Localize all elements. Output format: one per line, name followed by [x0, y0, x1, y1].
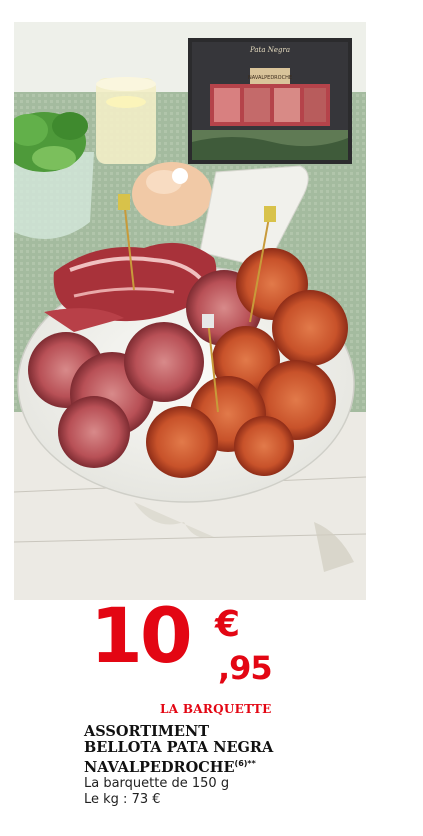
- product-title: ASSORTIMENT BELLOTA PATA NEGRA NAVALPEDR…: [84, 724, 414, 776]
- product-title-footnote: (6)**: [234, 759, 256, 768]
- box-logo-text: NAVALPEDROCHE: [248, 75, 292, 81]
- price-euros: 10: [90, 591, 193, 680]
- charcuterie-illustration: Pata Negra NAVALPEDROCHE: [14, 22, 366, 600]
- product-box-image: Pata Negra NAVALPEDROCHE: [188, 38, 352, 164]
- product-details: La barquette de 150 g Le kg : 73 €: [84, 776, 229, 808]
- salad-bowl-image: [14, 112, 94, 240]
- currency-symbol: €: [215, 604, 241, 645]
- product-title-line-3: NAVALPEDROCHE(6)**: [84, 756, 414, 776]
- price-cents: ,95: [218, 649, 273, 687]
- candle-image: [96, 77, 156, 164]
- product-title-line-2: BELLOTA PATA NEGRA: [84, 739, 274, 756]
- unit-label: LA BARQUETTE: [160, 702, 272, 716]
- price-per-kg-text: Le kg : 73 €: [84, 792, 161, 807]
- product-photo: Pata Negra NAVALPEDROCHE: [14, 22, 366, 600]
- product-title-line-1: ASSORTIMENT: [84, 723, 210, 740]
- egg-image: [132, 162, 212, 226]
- package-size-text: La barquette de 150 g: [84, 776, 230, 791]
- product-title-line-3-text: NAVALPEDROCHE: [84, 759, 235, 776]
- box-brand-text: Pata Negra: [249, 46, 290, 54]
